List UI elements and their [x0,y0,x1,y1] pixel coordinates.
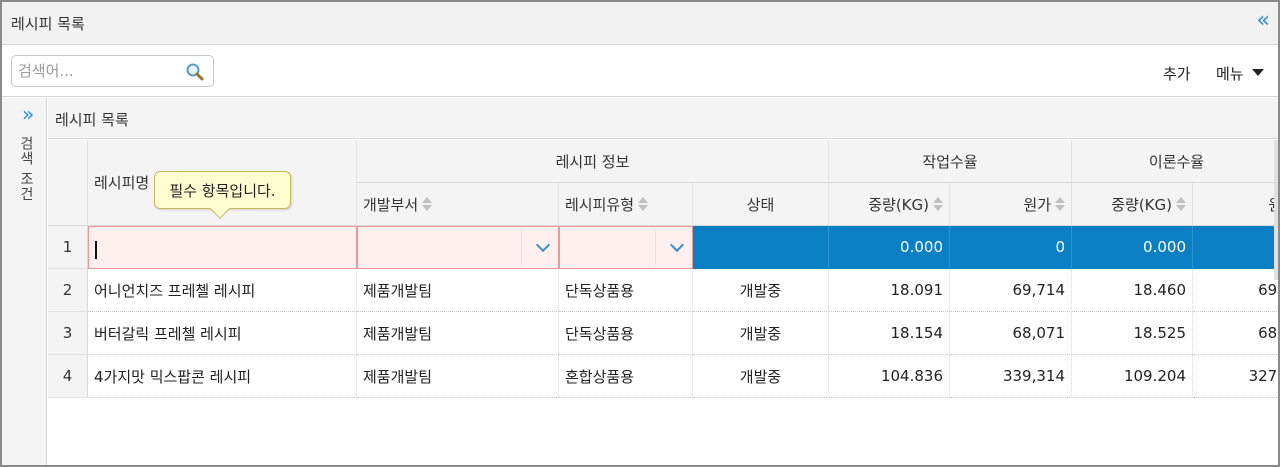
collapse-panel-icon[interactable]: « [1257,10,1270,32]
column-header-name-label: 레시피명 [94,174,150,192]
sort-icon[interactable] [1176,197,1186,211]
theory-cost-value: 68, [1258,324,1280,342]
column-header-type-label: 레시피유형 [565,195,635,214]
column-header-status[interactable]: 상태 [693,183,829,226]
recipe-name-cell[interactable]: 어니언치즈 프레첼 레시피 [88,269,357,312]
column-header-theory-cost[interactable]: 원가 [1193,183,1278,226]
dropdown-separator [655,231,656,265]
type-cell[interactable]: 혼합상품용 [559,355,693,398]
recipe-name-input[interactable] [88,226,357,269]
column-header-work-cost[interactable]: 원가 [950,183,1072,226]
menu-button[interactable]: 메뉴 [1216,63,1264,84]
work-cost-cell[interactable]: 0 [950,226,1072,269]
type-cell[interactable]: 단독상품용 [559,312,693,355]
status-cell[interactable]: 개발중 [693,355,829,398]
work-cost-cell[interactable]: 339,314 [950,355,1072,398]
type-cell[interactable]: 단독상품용 [559,269,693,312]
required-field-tooltip: 필수 항목입니다. [154,171,291,219]
recipe-name-cell[interactable]: 버터갈릭 프레첼 레시피 [88,312,357,355]
dropdown-separator [521,231,522,265]
search-condition-panel: » 검색 조건 [2,98,47,465]
column-header-work-weight[interactable]: 중량(KG) [829,183,950,226]
type-select[interactable] [559,226,693,269]
sort-icon[interactable] [933,197,943,211]
row-number: 1 [48,226,88,269]
search-input[interactable] [18,60,183,82]
work-cost-cell[interactable]: 69,714 [950,269,1072,312]
theory-cost-cell[interactable] [1193,226,1278,269]
work-cost-cell[interactable]: 68,071 [950,312,1072,355]
search-icon[interactable] [185,62,205,82]
work-weight-cell[interactable]: 104.836 [829,355,950,398]
row-number-header [48,140,88,226]
caret-down-icon [1251,69,1264,76]
theory-weight-cell[interactable]: 109.204 [1072,355,1193,398]
column-header-work-weight-label: 중량(KG) [868,195,929,214]
column-header-type[interactable]: 레시피유형 [559,183,693,226]
window-title: 레시피 목록 [11,15,85,33]
theory-weight-cell[interactable]: 18.525 [1072,312,1193,355]
row-number: 4 [48,355,88,398]
column-header-theory-weight[interactable]: 중량(KG) [1072,183,1193,226]
theory-cost-value: 69, [1258,281,1280,299]
column-header-status-label: 상태 [746,195,775,214]
sort-icon[interactable] [638,197,649,211]
dept-cell[interactable]: 제품개발팀 [357,312,559,355]
dept-cell[interactable]: 제품개발팀 [357,355,559,398]
theory-cost-cell[interactable]: 68, [1193,312,1280,355]
row-number: 2 [48,269,88,312]
dept-select[interactable] [357,226,559,269]
work-weight-cell[interactable]: 18.154 [829,312,950,355]
sort-icon[interactable] [1055,197,1065,211]
expand-panel-icon[interactable]: » [22,104,34,124]
work-weight-cell[interactable]: 0.000 [829,226,950,269]
status-cell[interactable]: 개발중 [693,312,829,355]
column-header-dept[interactable]: 개발부서 [357,183,559,226]
sort-icon[interactable] [422,197,433,211]
search-condition-label[interactable]: 검색 조건 [16,136,36,201]
toolbar: 추가 메뉴 [2,46,1278,97]
search-box [11,55,214,87]
tooltip-text: 필수 항목입니다. [169,181,276,200]
theory-cost-cell[interactable]: 69, [1193,269,1280,312]
add-button[interactable]: 추가 [1163,63,1191,84]
menu-label: 메뉴 [1216,65,1244,83]
status-cell[interactable] [693,226,829,269]
theory-cost-value: 327, [1248,367,1280,385]
dept-cell[interactable]: 제품개발팀 [357,269,559,312]
column-header-theory-weight-label: 중량(KG) [1111,195,1172,214]
chevron-down-icon[interactable] [535,237,551,253]
group-header-work-yield: 작업수율 [829,140,1072,183]
title-bar: 레시피 목록 « [2,2,1278,45]
group-header-recipe-info: 레시피 정보 [357,140,829,183]
group-header-theory-yield: 이론수율 [1072,140,1278,183]
work-weight-cell[interactable]: 18.091 [829,269,950,312]
row-number: 3 [48,312,88,355]
theory-cost-cell[interactable]: 327, [1193,355,1280,398]
recipe-list-window: 레시피 목록 « 추가 메뉴 » 검색 조건 레시피 목록 레시피명 레시피 정… [0,0,1280,467]
grid-panel-title: 레시피 목록 [55,111,129,129]
recipe-name-cell[interactable]: 4가지맛 믹스팝콘 레시피 [88,355,357,398]
text-cursor [95,241,97,259]
chevron-down-icon[interactable] [669,237,685,253]
vertical-scrollbar[interactable] [1274,140,1278,280]
status-cell[interactable]: 개발중 [693,269,829,312]
theory-weight-cell[interactable]: 18.460 [1072,269,1193,312]
column-header-work-cost-label: 원가 [1023,195,1051,214]
column-header-dept-label: 개발부서 [363,195,419,214]
theory-weight-cell[interactable]: 0.000 [1072,226,1193,269]
grid-panel-header: 레시피 목록 [48,98,1278,139]
